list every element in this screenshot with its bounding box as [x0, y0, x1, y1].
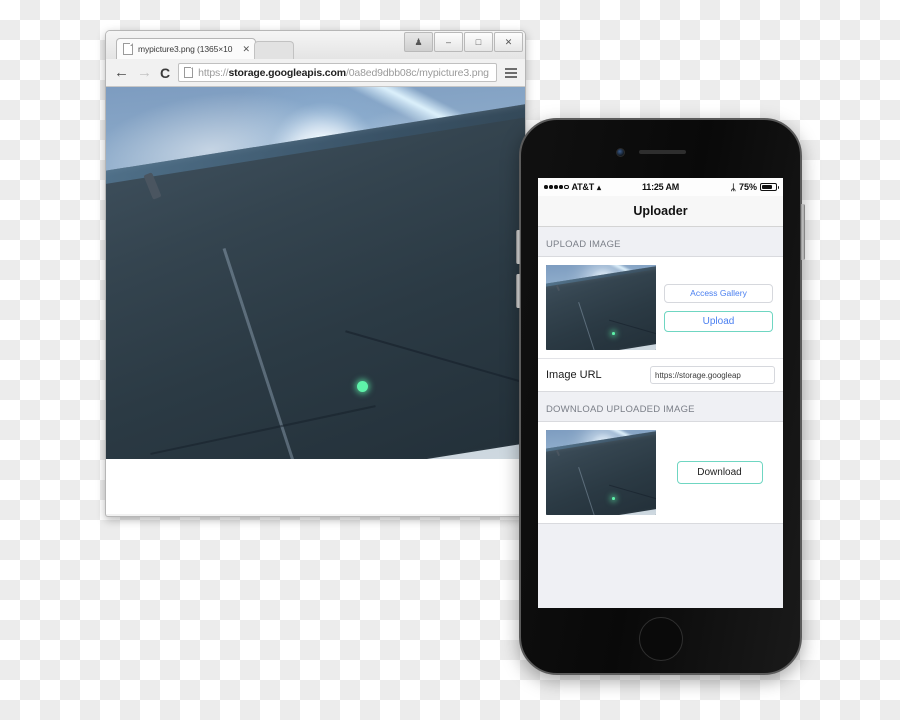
front-camera-icon — [616, 148, 625, 157]
upload-button-column: Access Gallery Upload — [664, 283, 775, 332]
carrier-label: AT&T — [571, 182, 595, 192]
url-scheme: https:// — [198, 66, 229, 79]
image-url-row: Image URL https://storage.googleap — [538, 358, 783, 391]
browser-menu-icon[interactable] — [505, 67, 517, 78]
browser-page-footer — [106, 459, 525, 514]
image-url-input[interactable]: https://storage.googleap — [650, 366, 775, 384]
volume-down-button[interactable] — [516, 274, 520, 308]
power-button[interactable] — [801, 204, 805, 260]
address-bar-url: https://storage.googleapis.com/0a8ed9dbb… — [198, 67, 489, 79]
volume-up-button[interactable] — [516, 230, 520, 264]
browser-toolbar: ← → C https://storage.googleapis.com/0a8… — [106, 59, 525, 87]
access-gallery-button[interactable]: Access Gallery — [664, 283, 773, 303]
address-bar[interactable]: https://storage.googleapis.com/0a8ed9dbb… — [178, 63, 497, 82]
clock-label: 11:25 AM — [641, 182, 680, 192]
iphone-device: AT&T ▴ 11:25 AM ᛦ 75% Uploader UPLOAD IM… — [516, 118, 805, 675]
battery-percent-label: 75% — [738, 182, 757, 192]
ios-status-bar: AT&T ▴ 11:25 AM ᛦ 75% — [538, 178, 783, 196]
home-button[interactable] — [638, 617, 683, 661]
browser-title-bar: mypicture3.png (1365×10 ✕ ♟ – □ ✕ — [106, 31, 525, 59]
phone-screen: AT&T ▴ 11:25 AM ᛦ 75% Uploader UPLOAD IM… — [538, 178, 783, 608]
photo-lens-flare — [357, 380, 369, 392]
upload-image-thumbnail[interactable] — [546, 265, 656, 350]
upload-card: Access Gallery Upload Image URL https://… — [538, 256, 783, 392]
thumb-lens-flare — [612, 332, 615, 335]
upload-button[interactable]: Upload — [664, 310, 773, 332]
image-url-value: https://storage.googleap — [655, 370, 741, 380]
image-url-label: Image URL — [546, 369, 602, 381]
image-viewport — [106, 87, 525, 459]
earpiece-speaker — [639, 150, 686, 154]
url-host: storage.googleapis.com — [228, 66, 346, 79]
browser-tab[interactable]: mypicture3.png (1365×10 ✕ — [116, 38, 256, 59]
bluetooth-icon: ᛦ — [730, 182, 736, 192]
download-image-thumbnail[interactable] — [546, 430, 656, 515]
user-profile-button[interactable]: ♟ — [404, 32, 433, 52]
status-bar-left: AT&T ▴ — [544, 182, 642, 192]
maximize-button[interactable]: □ — [464, 32, 493, 52]
tab-strip: mypicture3.png (1365×10 ✕ — [116, 38, 294, 59]
app-nav-bar: Uploader — [538, 196, 783, 227]
download-button[interactable]: Download — [676, 461, 763, 484]
status-bar-right: ᛦ 75% — [679, 182, 779, 192]
page-favicon-icon — [123, 43, 133, 55]
dl-thumb-lens-flare — [612, 497, 615, 500]
window-controls: ♟ – □ ✕ — [403, 32, 523, 52]
download-card: Download — [538, 421, 783, 524]
battery-icon — [760, 183, 779, 191]
download-section-header: DOWNLOAD UPLOADED IMAGE — [538, 392, 783, 421]
close-window-button[interactable]: ✕ — [494, 32, 523, 52]
signal-strength-icon — [544, 184, 569, 190]
reload-icon[interactable]: C — [160, 66, 170, 80]
back-icon[interactable]: ← — [114, 65, 129, 80]
url-path: /0a8ed9dbb08c/mypicture3.png — [345, 66, 489, 79]
tab-title: mypicture3.png (1365×10 — [138, 44, 233, 54]
upload-section-header: UPLOAD IMAGE — [538, 227, 783, 256]
download-button-column: Download — [664, 461, 775, 484]
page-document-icon — [184, 67, 194, 78]
new-tab-button[interactable] — [254, 41, 294, 59]
app-title: Uploader — [633, 204, 688, 218]
browser-window: mypicture3.png (1365×10 ✕ ♟ – □ ✕ ← → C … — [105, 30, 526, 517]
forward-icon[interactable]: → — [137, 65, 152, 80]
screen-empty-area — [538, 524, 783, 584]
minimize-button[interactable]: – — [434, 32, 463, 52]
download-row: Download — [538, 422, 783, 523]
upload-row: Access Gallery Upload — [538, 257, 783, 358]
screenshot-stage: mypicture3.png (1365×10 ✕ ♟ – □ ✕ ← → C … — [0, 0, 900, 720]
close-tab-icon[interactable]: ✕ — [242, 44, 250, 55]
wifi-icon: ▴ — [597, 182, 602, 192]
